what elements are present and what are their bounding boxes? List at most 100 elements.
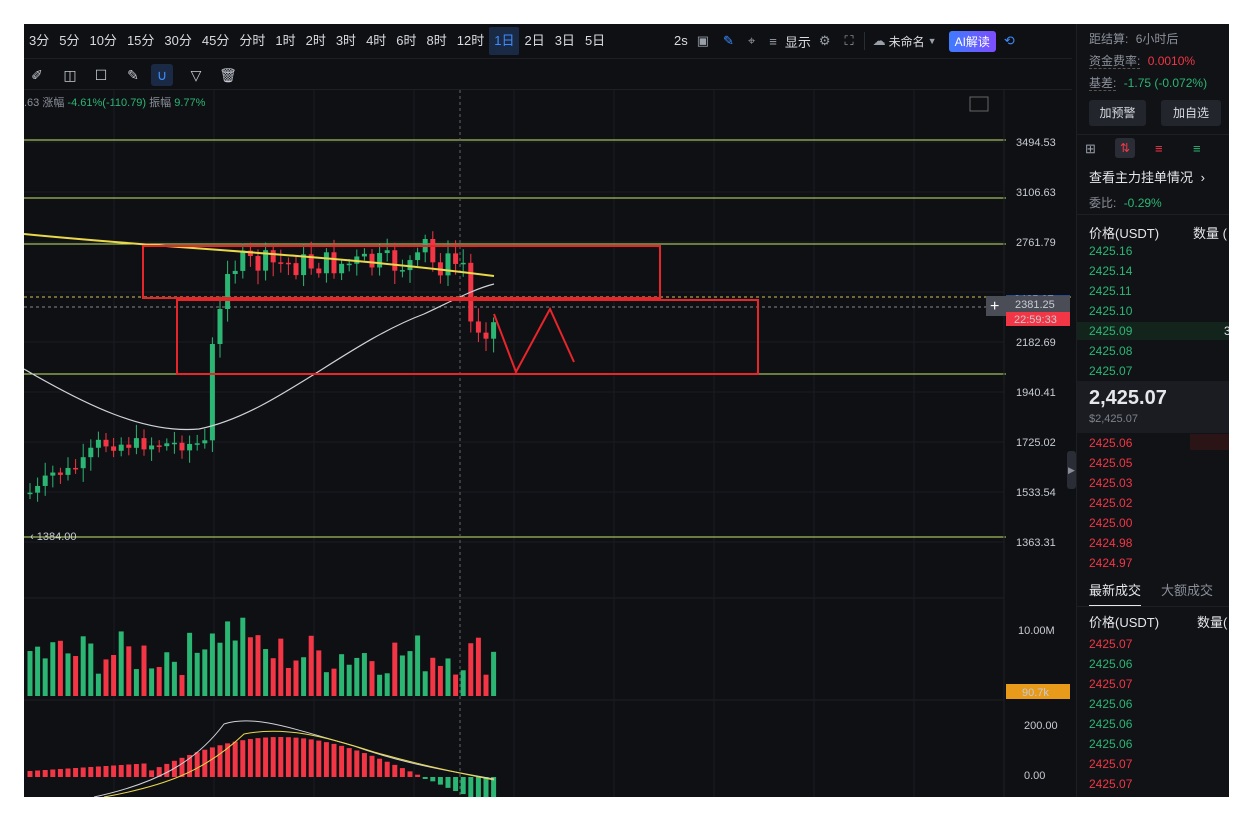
last-price-panel: 2,425.07 $2,425.07 — [1077, 381, 1229, 433]
volume-bar — [308, 635, 314, 696]
macd-hist-bar — [232, 741, 238, 777]
volume-bar — [27, 651, 33, 696]
volume-bar — [483, 674, 489, 696]
candle-body — [171, 442, 177, 445]
macd-hist-bar — [392, 764, 398, 777]
candle-body — [392, 250, 398, 271]
ask-row[interactable]: 2425.03 — [1089, 476, 1132, 490]
candle-body — [194, 443, 200, 445]
ask-row[interactable]: 2425.06 — [1089, 436, 1132, 450]
volume-bar — [126, 646, 132, 696]
ask-row[interactable]: 2425.00 — [1089, 516, 1132, 530]
volume-bar — [225, 621, 231, 696]
macd-hist-bar — [384, 761, 390, 777]
candle-body — [475, 321, 481, 333]
trade-row: 2425.07 — [1089, 757, 1133, 771]
macd-hist-bar — [118, 765, 124, 777]
volume-bar — [285, 667, 291, 696]
candle-body — [384, 250, 390, 254]
volume-tick: 10.00M — [1018, 625, 1055, 637]
bid-row[interactable]: 2425.11 — [1089, 284, 1132, 298]
volume-bar — [475, 637, 481, 696]
macd-hist-bar — [399, 768, 405, 777]
last-price-usd: $2,425.07 — [1089, 413, 1138, 425]
volume-bar — [103, 659, 109, 696]
orderbook-split-icon[interactable]: ⇅ — [1115, 138, 1135, 158]
ask-row[interactable]: 2424.97 — [1089, 556, 1132, 570]
bid-row[interactable]: 2425.16 — [1089, 244, 1132, 258]
orderbook-link[interactable]: 查看主力挂单情况 › — [1089, 167, 1205, 186]
bid-row[interactable]: 2425.10 — [1089, 304, 1132, 318]
volume-bar — [491, 651, 497, 696]
volume-bar — [263, 649, 269, 696]
macd-tick: 200.00 — [1024, 720, 1058, 732]
volume-bar — [80, 636, 86, 696]
candle-body — [316, 268, 322, 274]
macd-hist-bar — [149, 770, 155, 777]
candle-body — [361, 253, 367, 257]
orderbook-bids-icon[interactable]: ≡ — [1193, 141, 1201, 156]
macd-hist-bar — [453, 777, 459, 792]
add-watchlist-button[interactable]: 加自选 — [1161, 100, 1221, 126]
macd-hist-bar — [377, 758, 383, 777]
bid-row[interactable]: 2425.07 — [1089, 364, 1132, 378]
macd-tick: 0.00 — [1024, 770, 1045, 782]
sidebar-divider-2 — [1077, 214, 1229, 215]
tab-large-trades[interactable]: 大额成交 — [1161, 580, 1213, 599]
candle-body — [133, 438, 139, 448]
add-alert-button[interactable]: 加预警 — [1089, 100, 1146, 126]
volume-bar — [202, 649, 208, 696]
volume-bar — [301, 657, 307, 696]
macd-hist-bar — [430, 777, 436, 782]
candle-body — [202, 440, 208, 444]
trade-row: 2425.07 — [1089, 637, 1133, 651]
volume-bar — [118, 631, 124, 696]
candle-body — [50, 472, 56, 476]
tab-latest-trades[interactable]: 最新成交 — [1089, 580, 1142, 607]
orderbook-both-icon[interactable]: ⊞ — [1085, 141, 1096, 157]
price-tick: 1940.41 — [1016, 387, 1056, 399]
volume-bar — [339, 654, 345, 696]
macd-hist-bar — [422, 777, 428, 779]
volume-bar — [392, 642, 398, 696]
basis-label: 基差: — [1089, 76, 1117, 91]
range-box-upper — [142, 245, 661, 299]
candle-body — [240, 250, 246, 271]
ask-row[interactable]: 2425.02 — [1089, 496, 1132, 510]
candle-body — [399, 270, 405, 272]
price-chart[interactable]: 3494.53 3106.63 2761.79 2182.69 1940.41 1725.… — [24, 24, 1072, 797]
macd-hist-bar — [50, 769, 56, 777]
signal-line — [103, 730, 495, 797]
bid-row[interactable]: 2425.08 — [1089, 344, 1132, 358]
volume-bar — [377, 674, 383, 696]
current-price-label: 2381.25 — [1015, 299, 1055, 311]
macd-hist-bar — [331, 743, 337, 777]
candle-body — [149, 445, 155, 450]
candle-body — [460, 262, 466, 265]
trade-row: 2425.06 — [1089, 737, 1133, 751]
bid-row[interactable]: 2425.09 — [1089, 324, 1132, 338]
candle-body — [179, 442, 185, 451]
volume-bar — [217, 642, 223, 696]
price-tick: 1725.02 — [1016, 437, 1056, 449]
bid-row[interactable]: 2425.14 — [1089, 264, 1132, 278]
volume-bar — [149, 668, 155, 696]
orderbook-asks-icon[interactable]: ≡ — [1155, 141, 1163, 156]
candle-body — [278, 262, 284, 264]
trade-row: 2425.07 — [1089, 777, 1133, 791]
macd-hist-bar — [460, 777, 466, 795]
candle-body — [415, 252, 421, 261]
macd-hist-bar — [263, 737, 269, 777]
volume-bar — [293, 660, 299, 696]
projection-arrow — [493, 306, 575, 375]
candle-body — [164, 443, 170, 447]
funding-row: 资金费率: 0.0010% — [1089, 52, 1195, 69]
trade-row: 2425.06 — [1089, 697, 1133, 711]
collapse-sidebar-handle[interactable]: ▶ — [1067, 451, 1076, 489]
volume-bar — [331, 668, 337, 696]
ask-row[interactable]: 2425.05 — [1089, 456, 1132, 470]
macd-hist-bar — [323, 742, 329, 777]
candle-body — [285, 262, 291, 265]
ask-row[interactable]: 2424.98 — [1089, 536, 1132, 550]
macd-hist-bar — [308, 739, 314, 777]
